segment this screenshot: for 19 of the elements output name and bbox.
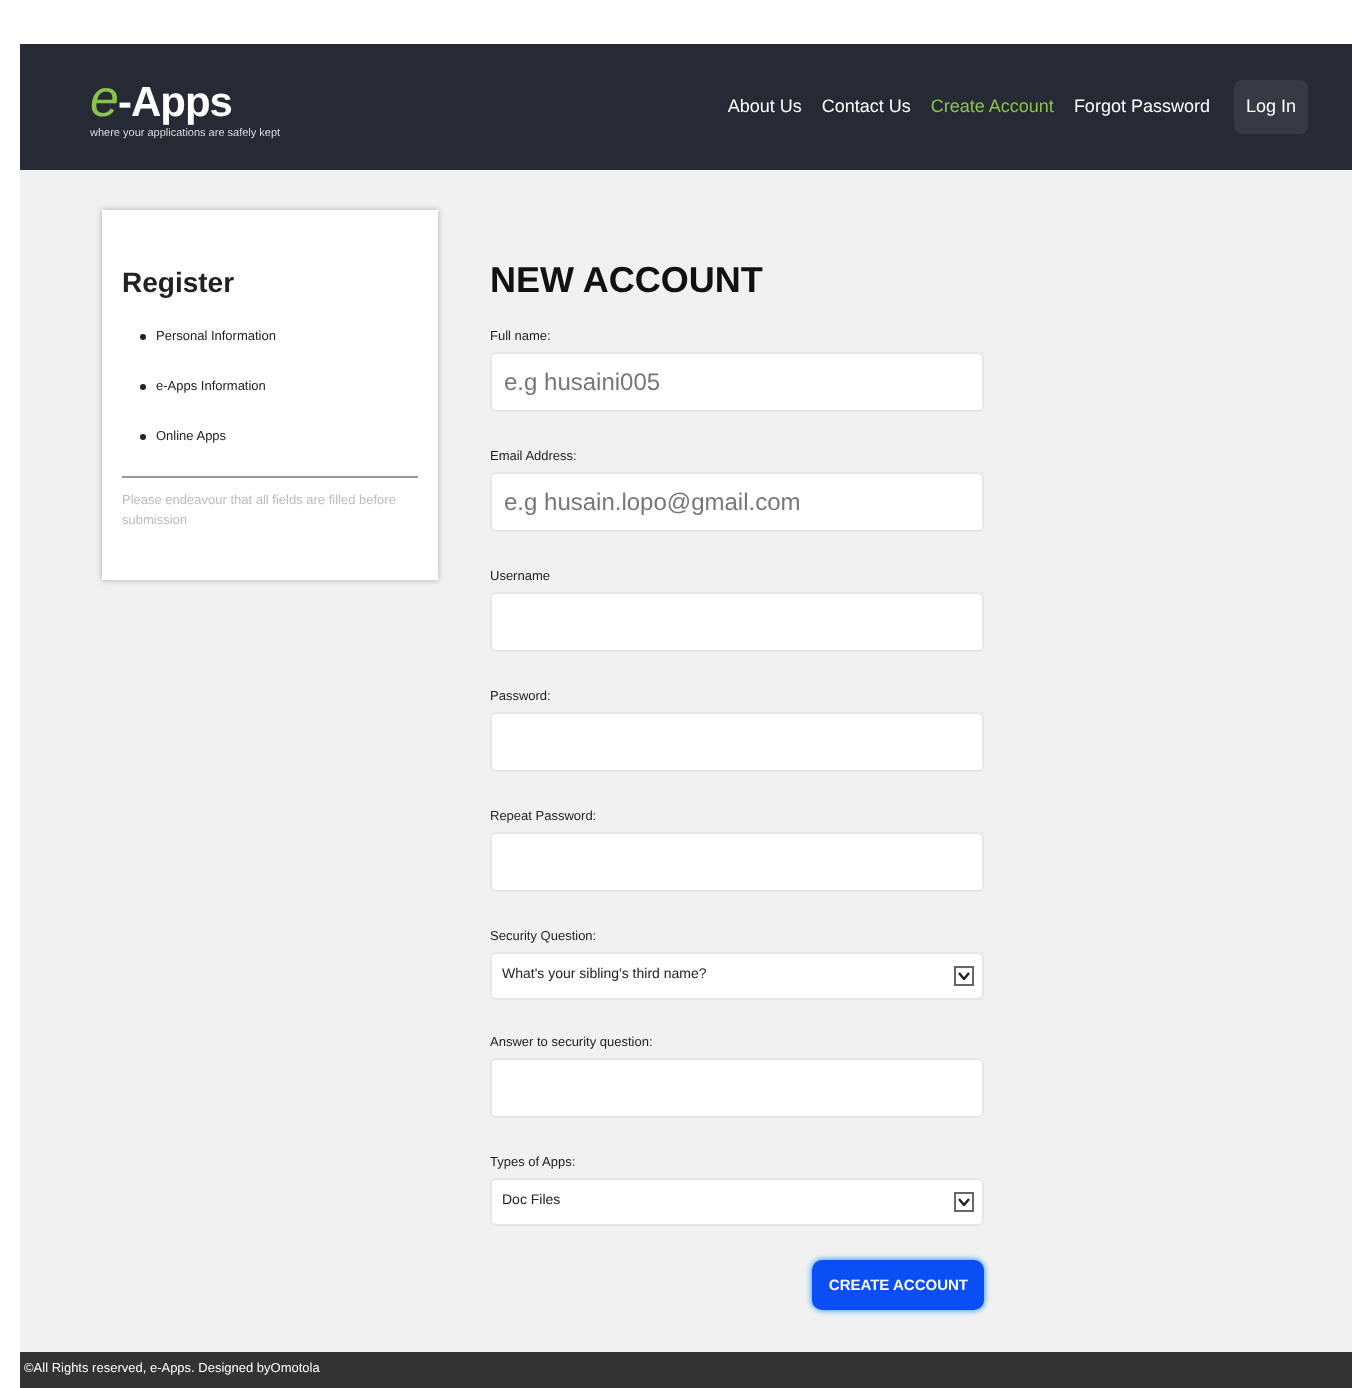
- bullet-icon: [140, 433, 146, 440]
- form-title: NEW ACCOUNT: [490, 258, 765, 304]
- bullet-icon: [140, 384, 146, 391]
- input-field[interactable]: e.g husaini005: [490, 352, 984, 412]
- input-field[interactable]: [490, 832, 984, 892]
- input-field[interactable]: [490, 592, 984, 652]
- sidebar-title: Register: [122, 264, 237, 302]
- input-field[interactable]: [490, 712, 984, 772]
- input-field[interactable]: e.g husain.lopo@gmail.com: [490, 472, 984, 532]
- login-button[interactable]: Log In: [1233, 79, 1308, 135]
- nav-link[interactable]: Contact Us: [821, 93, 911, 121]
- caret-icon: [954, 1192, 974, 1212]
- logo[interactable]: e-Apps: [90, 71, 281, 124]
- bullet-icon: [140, 334, 146, 341]
- nav-link[interactable]: Create Account: [930, 93, 1054, 121]
- nav-link[interactable]: Forgot Password: [1073, 93, 1210, 121]
- input-field[interactable]: [490, 1058, 984, 1118]
- nav-link[interactable]: About Us: [727, 93, 802, 121]
- caret-icon: [954, 966, 974, 986]
